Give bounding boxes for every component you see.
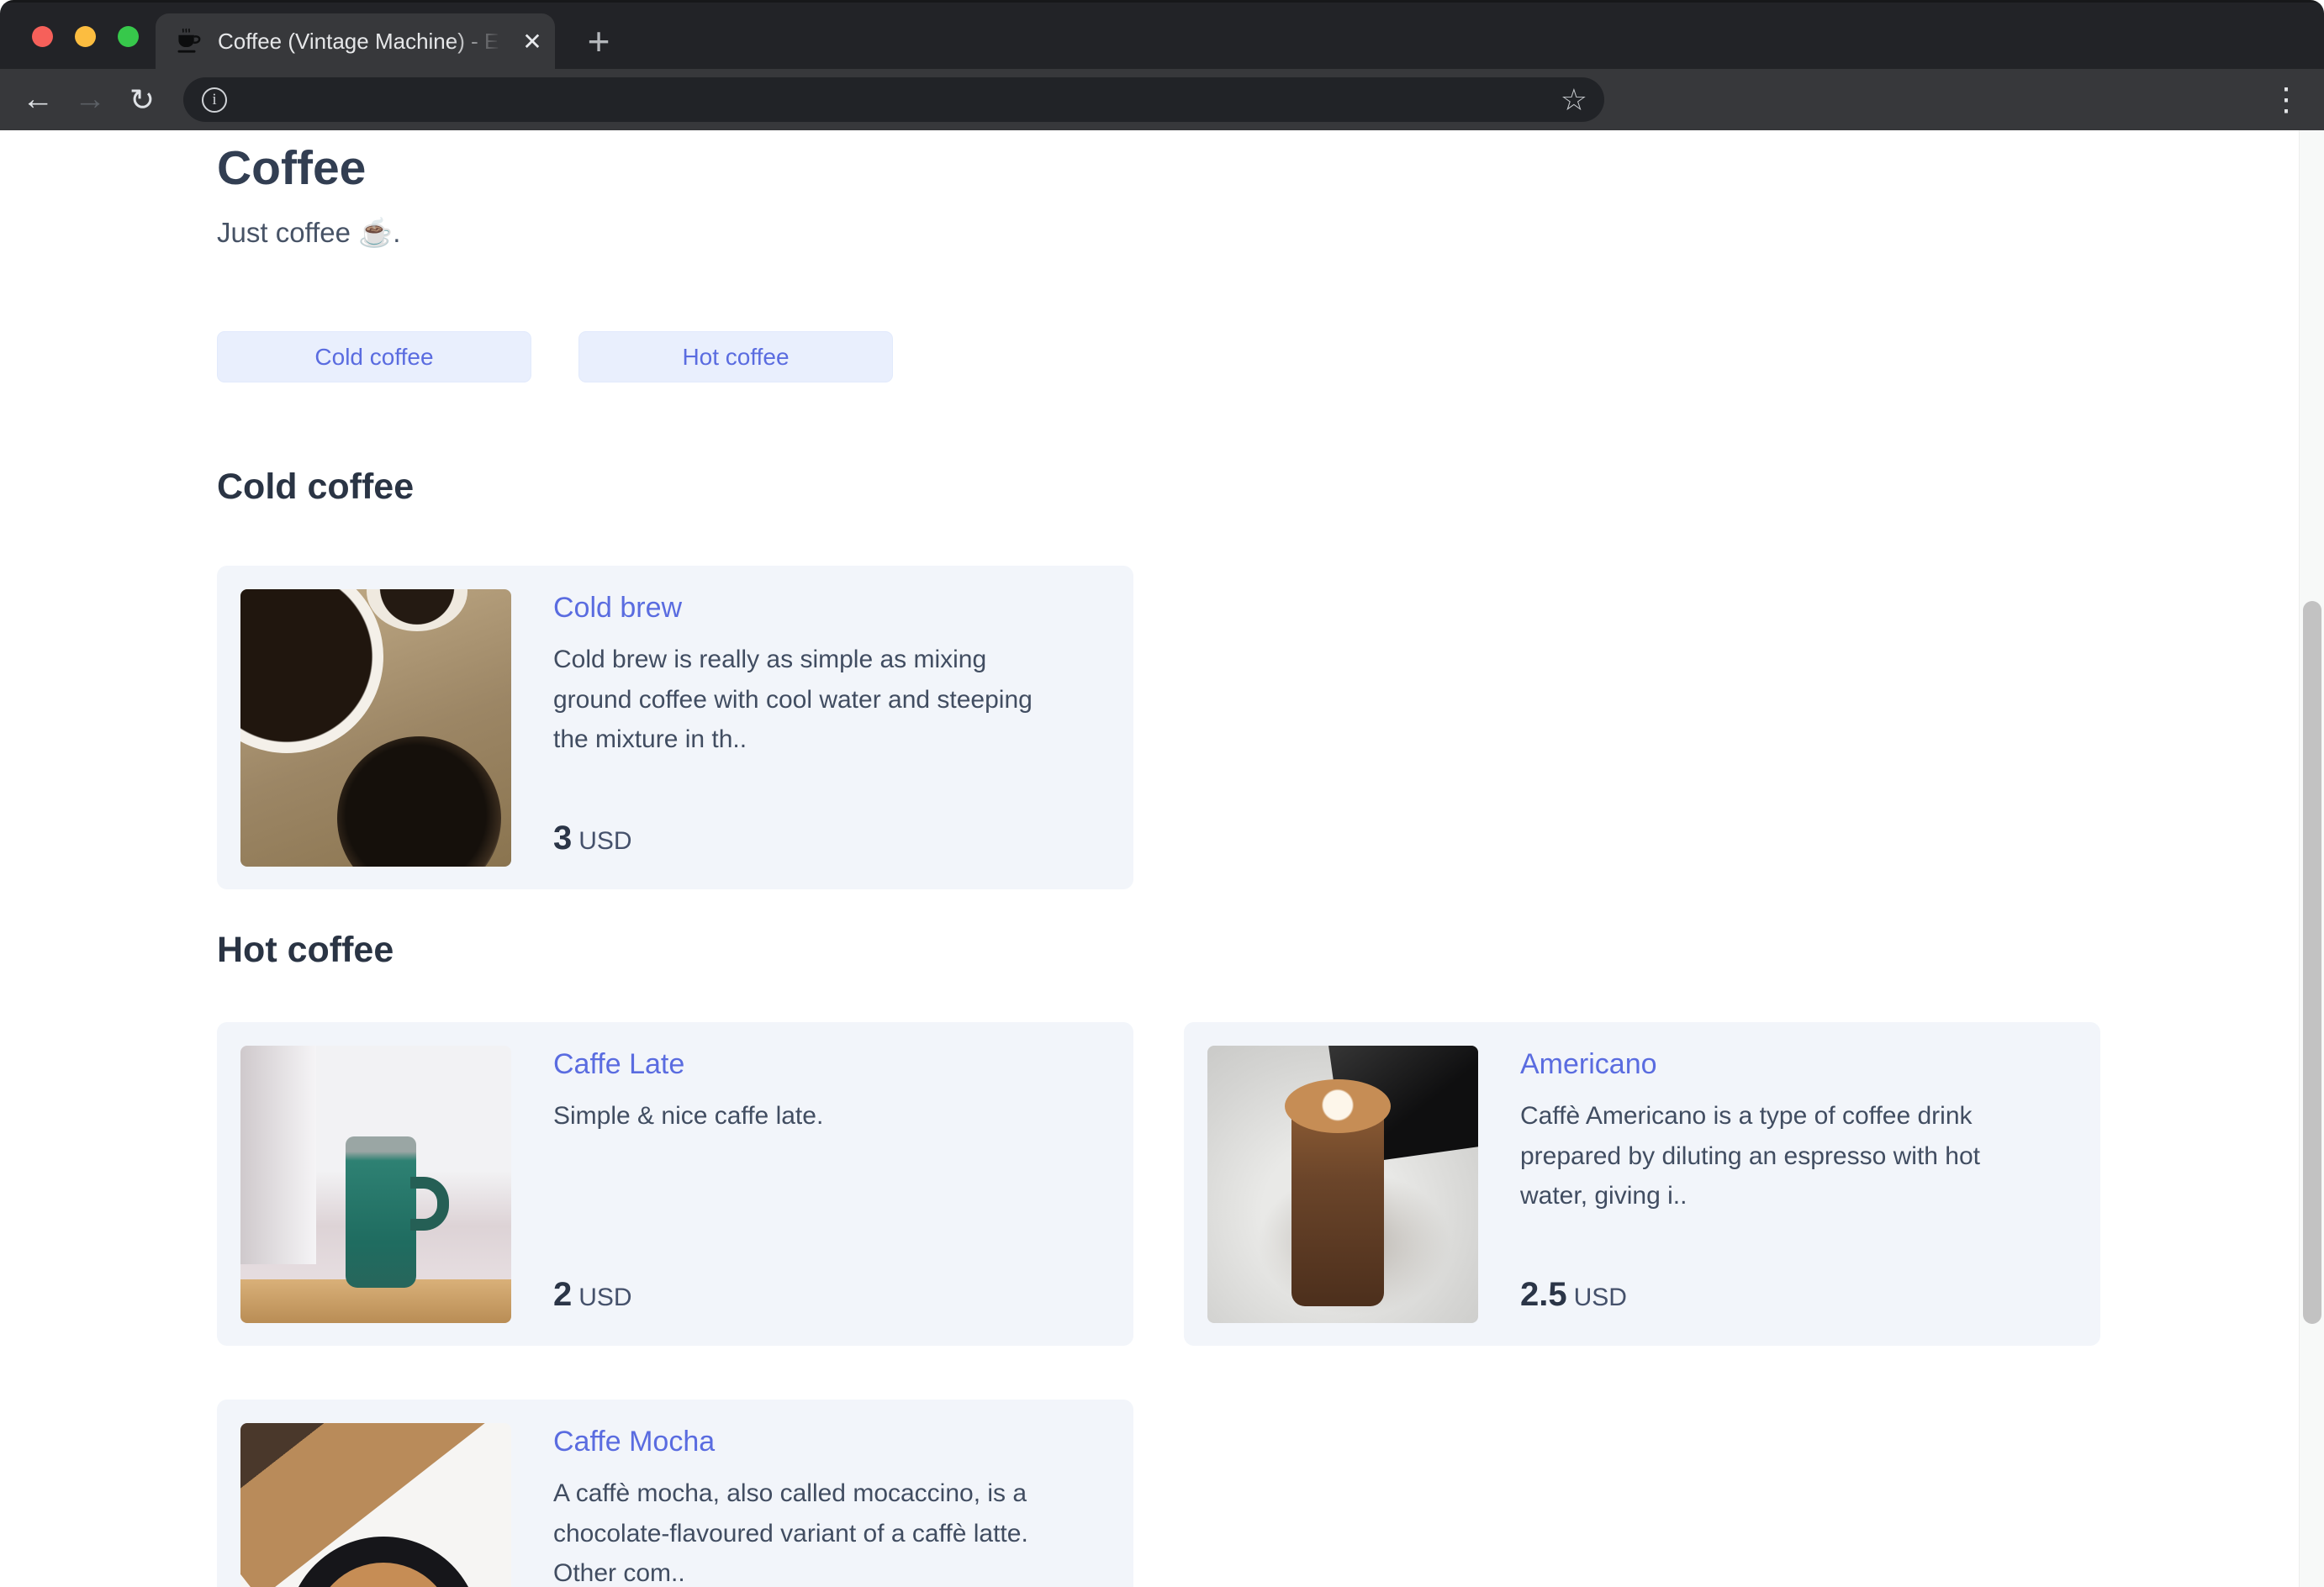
- card-row: Cold brew Cold brew is really as simple …: [217, 566, 2324, 890]
- coffee-cup-favicon-icon: [177, 28, 201, 53]
- product-card-caffe-mocha: Caffe Mocha A caffè mocha, also called m…: [217, 1399, 1133, 1587]
- green-mug-shape: [346, 1136, 416, 1288]
- tab-title: Coffee (Vintage Machine) - Eas: [218, 28, 510, 54]
- card-row: Caffe Late Simple & nice caffe late. 2 US…: [217, 1021, 2324, 1346]
- page-content: Coffee Just coffee ☕. Cold coffee Hot co…: [0, 130, 2324, 1587]
- bookmark-star-icon[interactable]: ☆: [1561, 82, 1587, 118]
- item-price: 3 USD: [553, 820, 1091, 857]
- close-window-button[interactable]: [32, 26, 53, 47]
- site-info-icon[interactable]: i: [202, 87, 227, 113]
- caffe-late-photo: [240, 1045, 511, 1323]
- product-card-cold-brew: Cold brew Cold brew is really as simple …: [217, 566, 1133, 890]
- card-body: Cold brew Cold brew is really as simple …: [553, 589, 1091, 866]
- item-title-link[interactable]: Americano: [1520, 1046, 2058, 1083]
- browser-toolbar: ← → ↻ i ☆ ⋮: [0, 69, 2324, 130]
- tab-strip: Coffee (Vintage Machine) - Eas ✕ +: [0, 3, 2324, 69]
- card-body: Americano Caffè Americano is a type of c…: [1520, 1046, 2058, 1322]
- zoom-window-button[interactable]: [118, 26, 139, 47]
- price-currency: USD: [578, 1283, 632, 1311]
- price-value: 3: [553, 820, 573, 857]
- back-icon[interactable]: ←: [12, 82, 64, 118]
- page-title: Coffee: [217, 141, 367, 195]
- item-title-link[interactable]: Cold brew: [553, 589, 1091, 626]
- item-title-link[interactable]: Caffe Late: [553, 1046, 1091, 1083]
- item-description: A caffè mocha, also called mocaccino, is…: [553, 1479, 1028, 1587]
- price-currency: USD: [578, 827, 632, 856]
- mug-handle-shape: [410, 1176, 449, 1231]
- product-card-caffe-late: Caffe Late Simple & nice caffe late. 2 US…: [217, 1021, 1133, 1346]
- price-value: 2: [553, 1275, 573, 1313]
- item-description: Caffè Americano is a type of coffee drin…: [1520, 1102, 1981, 1210]
- coffee-cup-shape: [367, 589, 467, 632]
- price-currency: USD: [1573, 1283, 1627, 1311]
- latte-art-shape: [1285, 1078, 1391, 1133]
- minimize-window-button[interactable]: [75, 26, 96, 47]
- price-value: 2.5: [1520, 1275, 1567, 1313]
- new-tab-button[interactable]: +: [577, 22, 621, 63]
- caffe-mocha-photo: [240, 1422, 511, 1587]
- page-subtitle: Just coffee ☕.: [217, 217, 401, 249]
- product-card-americano: Americano Caffè Americano is a type of c…: [1184, 1021, 2100, 1346]
- card-body: Caffe Late Simple & nice caffe late. 2 US…: [553, 1046, 1091, 1322]
- item-price: 2.5 USD: [1520, 1276, 2058, 1314]
- browser-tab[interactable]: Coffee (Vintage Machine) - Eas ✕: [156, 13, 555, 69]
- cold-coffee-button[interactable]: Cold coffee: [217, 331, 531, 383]
- reload-icon[interactable]: ↻: [116, 82, 168, 118]
- browser-window: Coffee (Vintage Machine) - Eas ✕ + ← → ↻…: [0, 0, 2324, 1587]
- card-row: Caffe Mocha A caffè mocha, also called m…: [217, 1399, 2324, 1587]
- section-heading-cold-coffee: Cold coffee: [217, 467, 415, 508]
- item-price: 2 USD: [553, 1276, 1091, 1314]
- category-button-row: Cold coffee Hot coffee: [217, 331, 2324, 383]
- card-body: Caffe Mocha A caffè mocha, also called m…: [553, 1423, 1091, 1587]
- forward-icon[interactable]: →: [64, 82, 116, 118]
- tab-close-icon[interactable]: ✕: [510, 28, 555, 55]
- window-controls: [32, 26, 139, 47]
- window-light-shape: [240, 1045, 316, 1264]
- cold-brew-photo: [240, 589, 511, 867]
- page-viewport: Coffee Just coffee ☕. Cold coffee Hot co…: [0, 130, 2324, 1587]
- americano-photo: [1207, 1045, 1478, 1323]
- hot-coffee-button[interactable]: Hot coffee: [578, 331, 893, 383]
- page-scrollbar-thumb[interactable]: [2303, 601, 2321, 1324]
- item-description: Cold brew is really as simple as mixing …: [553, 646, 1033, 754]
- item-title-link[interactable]: Caffe Mocha: [553, 1423, 1091, 1460]
- item-description: Simple & nice caffe late.: [553, 1102, 824, 1131]
- page-scrollbar-track[interactable]: [2299, 130, 2324, 1587]
- coffee-mug-shape: [240, 589, 383, 754]
- iced-glass-shape: [337, 736, 501, 867]
- section-heading-hot-coffee: Hot coffee: [217, 930, 394, 971]
- address-bar[interactable]: i ☆: [183, 77, 1604, 122]
- browser-menu-icon[interactable]: ⋮: [2270, 81, 2304, 119]
